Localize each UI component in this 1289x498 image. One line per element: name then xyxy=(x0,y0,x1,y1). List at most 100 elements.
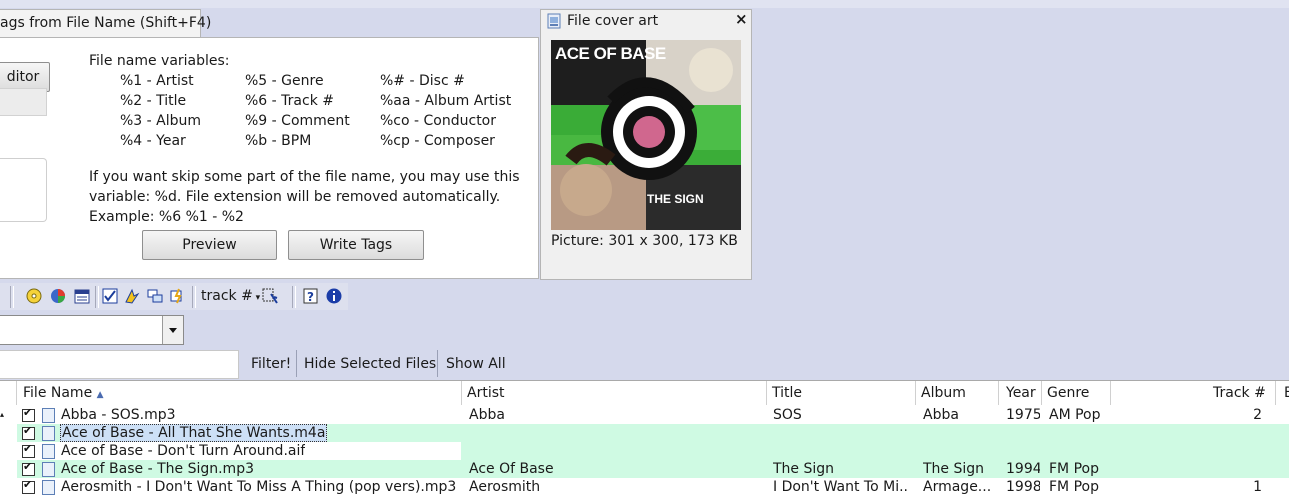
cell-year: 1975 xyxy=(1006,407,1040,423)
column-artist[interactable]: Artist xyxy=(467,385,505,401)
sort-asc-icon: ▲ xyxy=(96,390,104,400)
cell-artist: Ace Of Base xyxy=(469,461,554,477)
preview-button[interactable]: Preview xyxy=(142,230,277,260)
variable-entry: %9 - Comment xyxy=(245,113,350,129)
column-album[interactable]: Album xyxy=(921,385,966,401)
album-cover-image[interactable]: ACE OF BASE THE SIGN xyxy=(551,40,741,230)
write-tags-button[interactable]: Write Tags xyxy=(288,230,424,260)
column-genre[interactable]: Genre xyxy=(1047,385,1089,401)
cell-track: 1 xyxy=(1253,479,1262,495)
check-tag-icon[interactable] xyxy=(102,288,118,304)
variable-entry: %co - Conductor xyxy=(380,113,496,129)
tags-from-filename-panel: ditor File name variables: %1 - Artist %2… xyxy=(0,37,539,279)
row-checkbox[interactable] xyxy=(22,424,35,440)
cover-album-text: THE SIGN xyxy=(647,192,704,206)
column-divider xyxy=(766,381,767,405)
editor-button-label: ditor xyxy=(6,69,40,85)
column-divider xyxy=(915,381,916,405)
toolbar-separator xyxy=(192,286,196,308)
chevron-down-icon: ▾ xyxy=(252,293,261,303)
cell-file: Ace of Base - Don't Turn Around.aif xyxy=(61,443,306,459)
cell-track: 2 xyxy=(1253,407,1262,423)
cell-genre: FM Pop xyxy=(1049,479,1099,495)
toolbar-separator xyxy=(292,286,296,308)
cell-title: I Don't Want To Mi... xyxy=(773,479,909,495)
top-strip xyxy=(0,0,1289,8)
variables-heading: File name variables: xyxy=(89,53,230,69)
column-divider xyxy=(1275,381,1276,405)
variable-entry: %cp - Composer xyxy=(380,133,495,149)
audio-file-icon xyxy=(42,462,55,477)
column-year[interactable]: Year xyxy=(1006,385,1036,401)
chevron-down-icon xyxy=(169,328,177,333)
divider xyxy=(437,350,438,377)
file-list: File Name ▲ Artist Title Album Year Genr… xyxy=(0,380,1289,498)
row-checkbox[interactable] xyxy=(22,460,35,476)
variable-entry: %6 - Track # xyxy=(245,93,334,109)
filter-button[interactable]: Filter! xyxy=(251,356,291,372)
sort-dropdown[interactable]: track # ▾ xyxy=(201,288,260,304)
hide-selected-files-button[interactable]: Hide Selected Files xyxy=(304,356,436,372)
row-checkbox[interactable] xyxy=(22,442,35,458)
close-icon[interactable]: × xyxy=(735,10,748,28)
row-checkbox[interactable] xyxy=(22,478,35,494)
column-title[interactable]: Title xyxy=(772,385,802,401)
cell-album: Abba xyxy=(923,407,959,423)
directory-combobox[interactable] xyxy=(0,315,184,345)
row-indicator-gutter: ▴ xyxy=(0,405,6,498)
side-input-field[interactable] xyxy=(0,88,47,116)
help-icon[interactable]: ? xyxy=(303,288,319,304)
example-text: Example: %6 %1 - %2 xyxy=(89,209,244,225)
windows-icon[interactable] xyxy=(147,288,163,304)
cover-art-title: File cover art xyxy=(567,13,659,29)
pie-chart-icon[interactable] xyxy=(50,288,66,304)
side-textarea[interactable] xyxy=(0,158,47,222)
audio-file-icon xyxy=(42,426,55,441)
column-divider xyxy=(1041,381,1042,405)
column-track[interactable]: Track # xyxy=(1213,385,1266,401)
column-divider xyxy=(1110,381,1111,405)
variable-entry: %5 - Genre xyxy=(245,73,324,89)
cell-genre: FM Pop xyxy=(1049,461,1099,477)
sort-dropdown-label: track # xyxy=(201,288,253,304)
svg-text:?: ? xyxy=(307,290,314,304)
column-extra[interactable]: B xyxy=(1284,385,1289,401)
info-icon[interactable] xyxy=(326,288,342,304)
help-line-1: If you want skip some part of the file n… xyxy=(89,169,520,185)
cd-icon[interactable] xyxy=(26,288,42,304)
cover-art-titlebar: File cover art × xyxy=(541,10,751,34)
audio-file-icon xyxy=(42,444,55,459)
tab-tags-from-file-name[interactable]: ags from File Name (Shift+F4) xyxy=(0,9,211,38)
column-file-name[interactable]: File Name ▲ xyxy=(23,385,104,401)
cell-artist: Aerosmith xyxy=(469,479,541,495)
filter-input[interactable] xyxy=(0,350,239,379)
help-line-2: variable: %d. File extension will be rem… xyxy=(89,189,501,205)
file-list-header: File Name ▲ Artist Title Album Year Genr… xyxy=(0,381,1289,405)
column-file-name-label: File Name xyxy=(23,385,93,401)
variable-entry: %1 - Artist xyxy=(120,73,194,89)
show-all-button[interactable]: Show All xyxy=(446,356,506,372)
auto-tag-icon[interactable] xyxy=(124,288,140,304)
cell-album: Armage... xyxy=(923,479,992,495)
column-divider xyxy=(16,381,17,405)
picture-icon xyxy=(547,13,561,29)
picture-info: Picture: 301 x 300, 173 KB xyxy=(551,233,738,249)
cell-title: SOS xyxy=(773,407,802,423)
row-pointer-icon: ▴ xyxy=(0,410,5,419)
cell-year: 1998 xyxy=(1006,479,1040,495)
variable-entry: %# - Disc # xyxy=(380,73,465,89)
write-tags-button-label: Write Tags xyxy=(319,237,393,253)
variable-entry: %aa - Album Artist xyxy=(380,93,512,109)
variable-entry: %4 - Year xyxy=(120,133,186,149)
combo-dropdown-button[interactable] xyxy=(162,316,183,344)
audio-file-icon xyxy=(42,408,55,423)
cell-file: Ace of Base - The Sign.mp3 xyxy=(61,461,254,477)
calendar-icon[interactable] xyxy=(74,288,90,304)
row-checkbox[interactable] xyxy=(22,406,35,422)
divider xyxy=(296,350,297,377)
select-icon[interactable] xyxy=(262,288,278,304)
lightning-tag-icon[interactable] xyxy=(170,288,186,304)
cover-art-panel: File cover art × ACE OF BASE THE SIGN Pi… xyxy=(540,9,752,280)
cell-album: The Sign xyxy=(923,461,985,477)
album-cover-art xyxy=(551,40,741,230)
